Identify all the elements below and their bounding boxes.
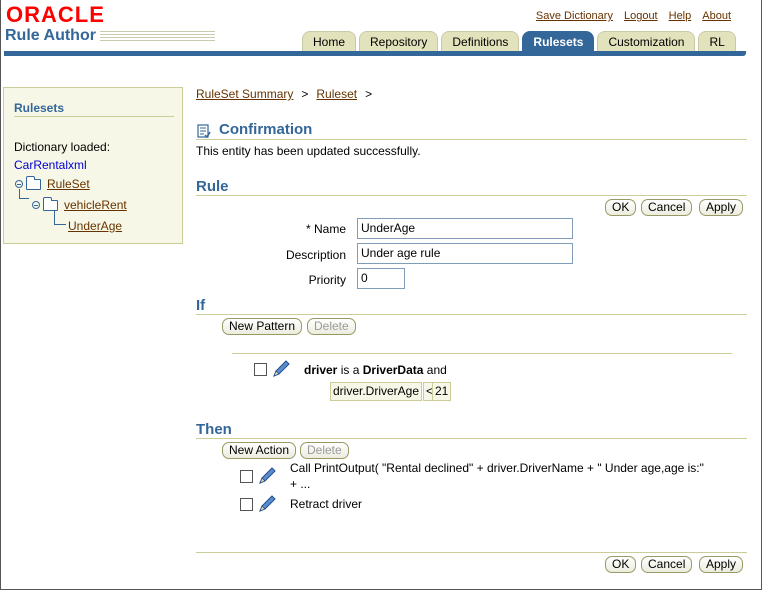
tree-connector (54, 210, 66, 225)
tree-connector (19, 189, 29, 199)
description-label: Description (285, 248, 346, 262)
logout-link[interactable]: Logout (624, 10, 658, 22)
pattern-variable: driver (304, 363, 338, 377)
breadcrumb-ruleset-summary[interactable]: RuleSet Summary (196, 87, 293, 101)
ok-button[interactable]: OK (605, 556, 637, 573)
sidebar-title: Rulesets (14, 101, 65, 115)
tab-rulesets[interactable]: Rulesets (522, 31, 595, 51)
name-field[interactable]: UnderAge (357, 218, 573, 239)
action-call-text: Call PrintOutput( "Rental declined" + dr… (290, 461, 704, 475)
breadcrumb-separator: > (365, 87, 373, 101)
new-pattern-button[interactable]: New Pattern (222, 318, 303, 335)
action-call-continuation: + ... (290, 477, 311, 491)
priority-field[interactable]: 0 (357, 268, 405, 289)
pattern-is-a: is a (340, 363, 360, 377)
apply-button[interactable]: Apply (699, 199, 744, 216)
tab-repository[interactable]: Repository (359, 31, 439, 51)
delete-action-button[interactable]: Delete (300, 442, 349, 459)
dictionary-loaded-label: Dictionary loaded: (14, 140, 111, 154)
breadcrumb-ruleset[interactable]: Ruleset (316, 87, 357, 101)
folder-icon (26, 175, 41, 190)
edit-pencil-icon[interactable] (257, 494, 277, 514)
confirmation-message: This entity has been updated successfull… (196, 144, 421, 158)
tab-definitions[interactable]: Definitions (441, 31, 520, 51)
about-link[interactable]: About (702, 10, 731, 22)
rule-divider (196, 195, 747, 196)
action-retract-text: Retract driver (290, 497, 363, 511)
pattern-checkbox[interactable] (254, 363, 267, 376)
test-field[interactable]: driver.DriverAge (330, 382, 423, 401)
cancel-button[interactable]: Cancel (641, 199, 693, 216)
tab-customization[interactable]: Customization (597, 31, 696, 51)
sidebar-divider (14, 116, 174, 117)
test-value[interactable]: 21 (432, 382, 452, 401)
tab-home[interactable]: Home (302, 31, 357, 51)
pattern-text: driver is a DriverData and (304, 363, 447, 377)
save-dictionary-link[interactable]: Save Dictionary (536, 10, 613, 22)
folder-icon (43, 196, 58, 211)
if-section-title: If (196, 297, 206, 314)
name-label: * Name (305, 222, 346, 236)
action-checkbox[interactable] (240, 498, 253, 511)
tree-node-vehiclerent: vehicleRent (32, 196, 127, 212)
ok-button[interactable]: OK (605, 199, 637, 216)
new-action-button[interactable]: New Action (222, 442, 297, 459)
help-link[interactable]: Help (669, 10, 692, 22)
pattern-type: DriverData (362, 363, 424, 377)
collapse-toggle-icon[interactable] (15, 180, 23, 188)
global-links: Save Dictionary Logout Help About (536, 10, 731, 22)
edit-pencil-icon[interactable] (271, 359, 291, 379)
tab-rl[interactable]: RL (698, 31, 736, 51)
tree-node-underage: UnderAge (68, 219, 122, 233)
footer-divider (196, 552, 747, 553)
tree-link-underage[interactable]: UnderAge (68, 219, 122, 233)
confirmation-icon (197, 124, 211, 138)
confirmation-title: Confirmation (219, 121, 313, 138)
tree-link-vehiclerent[interactable]: vehicleRent (64, 198, 127, 212)
cancel-button[interactable]: Cancel (641, 556, 693, 573)
tab-bar-underline (4, 51, 746, 56)
then-divider (196, 438, 747, 439)
oracle-logo: ORACLE (6, 2, 105, 27)
action-checkbox[interactable] (240, 470, 253, 483)
then-section-title: Then (196, 421, 232, 438)
breadcrumb: RuleSet Summary > Ruleset > (196, 87, 380, 101)
priority-label: Priority (308, 273, 346, 287)
main-tabs: Home Repository Definitions Rulesets Cus… (302, 31, 739, 51)
pattern-and: and (426, 363, 447, 377)
if-divider (196, 314, 747, 315)
rule-section-title: Rule (196, 178, 229, 195)
collapse-toggle-icon[interactable] (32, 201, 40, 209)
pattern-divider (232, 353, 732, 354)
app-title: Rule Author (5, 27, 96, 44)
confirmation-divider (196, 139, 747, 140)
apply-button[interactable]: Apply (699, 556, 744, 573)
description-field[interactable]: Under age rule (357, 243, 573, 264)
delete-pattern-button[interactable]: Delete (307, 318, 356, 335)
dictionary-name: CarRentalxml (14, 158, 87, 172)
sidebar-panel: Rulesets Dictionary loaded: CarRentalxml… (3, 87, 183, 244)
breadcrumb-separator: > (301, 87, 309, 101)
edit-pencil-icon[interactable] (257, 466, 277, 486)
title-decoration (100, 31, 215, 42)
tree-link-ruleset[interactable]: RuleSet (47, 177, 90, 191)
